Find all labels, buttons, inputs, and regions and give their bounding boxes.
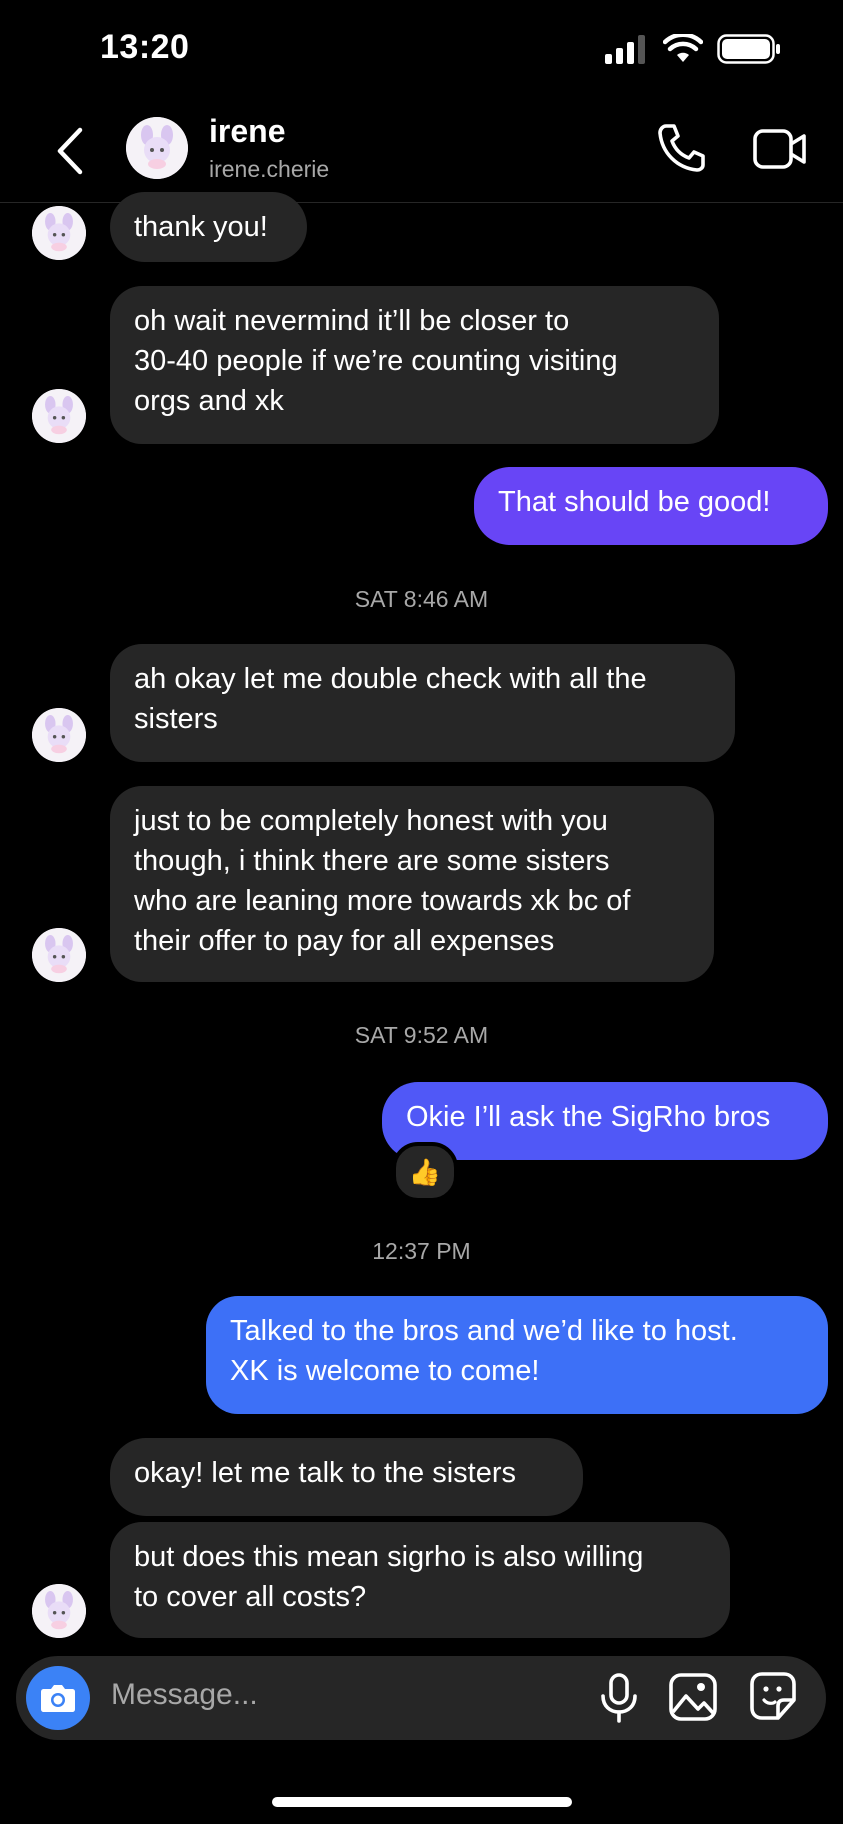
- message-bubble-incoming[interactable]: just to be completely honest with you th…: [110, 786, 714, 982]
- message-bubble-incoming[interactable]: oh wait nevermind it’ll be closer to 30-…: [110, 286, 719, 444]
- thumbs-up-reaction[interactable]: 👍: [392, 1142, 458, 1202]
- mascot-avatar-icon: [32, 389, 86, 443]
- mascot-avatar-icon: [32, 1584, 86, 1638]
- header-avatar[interactable]: [126, 117, 188, 179]
- back-chevron-icon[interactable]: [50, 124, 90, 178]
- mascot-avatar-icon: [126, 117, 188, 179]
- video-call-icon[interactable]: [752, 126, 808, 172]
- battery-icon: [717, 34, 780, 64]
- message-bubble-incoming[interactable]: but does this mean sigrho is also willin…: [110, 1522, 730, 1638]
- contact-username[interactable]: irene.cherie: [209, 156, 329, 183]
- sender-avatar[interactable]: [32, 1584, 86, 1638]
- microphone-icon[interactable]: [598, 1672, 640, 1724]
- sender-avatar[interactable]: [32, 708, 86, 762]
- message-bubble-incoming[interactable]: ah okay let me double check with all the…: [110, 644, 735, 762]
- gallery-icon[interactable]: [668, 1672, 718, 1722]
- mascot-avatar-icon: [32, 708, 86, 762]
- sender-avatar[interactable]: [32, 389, 86, 443]
- timestamp-divider: SAT 9:52 AM: [354, 1022, 489, 1048]
- mascot-avatar-icon: [32, 928, 86, 982]
- phone-call-icon[interactable]: [656, 122, 706, 174]
- sender-avatar[interactable]: [32, 206, 86, 260]
- sender-avatar[interactable]: [32, 928, 86, 982]
- message-bubble-incoming[interactable]: thank you!: [110, 192, 307, 262]
- sticker-icon[interactable]: [748, 1670, 798, 1722]
- camera-button[interactable]: [26, 1666, 90, 1730]
- message-input[interactable]: Message...: [111, 1678, 258, 1712]
- status-icons: [605, 34, 781, 64]
- message-bubble-outgoing[interactable]: Talked to the bros and we’d like to host…: [206, 1296, 828, 1414]
- mascot-avatar-icon: [32, 206, 86, 260]
- status-time: 13:20: [100, 28, 190, 66]
- message-bubble-outgoing[interactable]: That should be good!: [474, 467, 828, 545]
- home-indicator[interactable]: [272, 1797, 572, 1807]
- wifi-icon: [663, 34, 703, 62]
- camera-icon: [41, 1685, 75, 1712]
- message-bubble-incoming[interactable]: okay! let me talk to the sisters: [110, 1438, 583, 1516]
- timestamp-divider: SAT 8:46 AM: [354, 586, 489, 612]
- timestamp-divider: 12:37 PM: [372, 1238, 471, 1264]
- cellular-signal-icon: [605, 35, 645, 64]
- contact-name[interactable]: irene: [209, 113, 285, 150]
